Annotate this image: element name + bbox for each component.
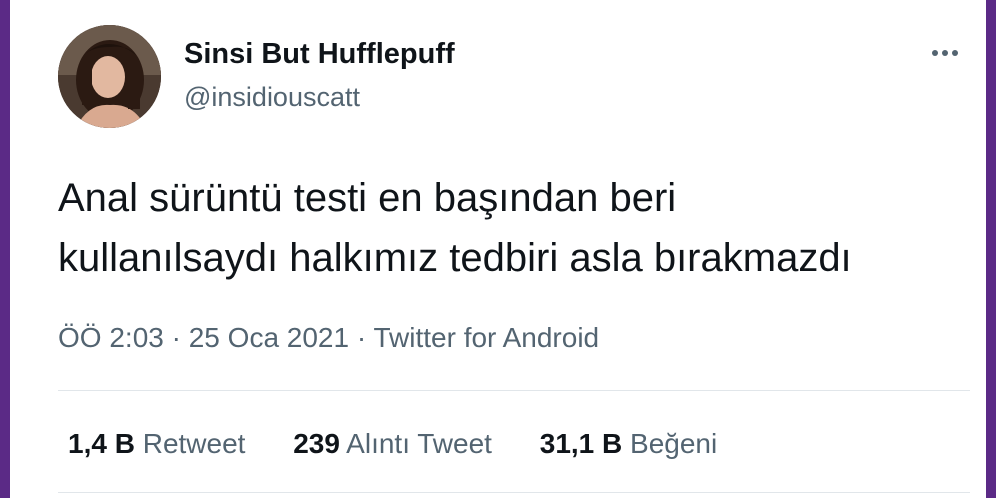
quote-tweet-stat[interactable]: 239 Alıntı Tweet <box>293 428 492 460</box>
tweet-text-line: kullanılsaydı halkımız tedbiri asla bıra… <box>58 236 852 280</box>
more-options-button[interactable] <box>925 40 965 66</box>
divider <box>58 390 970 391</box>
tweet-stats: 1,4 B Retweet 239 Alıntı Tweet 31,1 B Be… <box>68 428 757 460</box>
author-display-name[interactable]: Sinsi But Hufflepuff <box>184 38 455 71</box>
stat-count: 1,4 B <box>68 428 135 459</box>
author-handle[interactable]: @insidiouscatt <box>184 82 360 113</box>
tweet-card: Sinsi But Hufflepuff @insidiouscatt Anal… <box>10 0 986 498</box>
more-horizontal-icon <box>952 50 958 56</box>
stat-label: Retweet <box>142 428 246 459</box>
more-horizontal-icon <box>932 50 938 56</box>
avatar[interactable] <box>58 25 161 128</box>
tweet-date[interactable]: 25 Oca 2021 <box>189 322 349 353</box>
divider <box>58 492 970 493</box>
tweet-text: Anal sürüntü testi en başından beri kull… <box>58 168 978 288</box>
like-stat[interactable]: 31,1 B Beğeni <box>540 428 717 460</box>
stat-count: 239 <box>293 428 340 459</box>
tweet-source-link[interactable]: Twitter for Android <box>373 322 599 353</box>
stat-count: 31,1 B <box>539 428 623 459</box>
meta-separator: · <box>171 322 181 353</box>
tweet-metadata: ÖÖ 2:03 · 25 Oca 2021 · Twitter for Andr… <box>58 322 599 354</box>
stat-label: Beğeni <box>630 428 718 459</box>
stat-label: Alıntı Tweet <box>346 428 492 459</box>
retweet-stat[interactable]: 1,4 B Retweet <box>68 428 245 460</box>
more-horizontal-icon <box>942 50 948 56</box>
tweet-time[interactable]: ÖÖ 2:03 <box>58 322 164 353</box>
tweet-text-line: Anal sürüntü testi en başından beri <box>58 176 677 220</box>
meta-separator: · <box>356 322 367 353</box>
